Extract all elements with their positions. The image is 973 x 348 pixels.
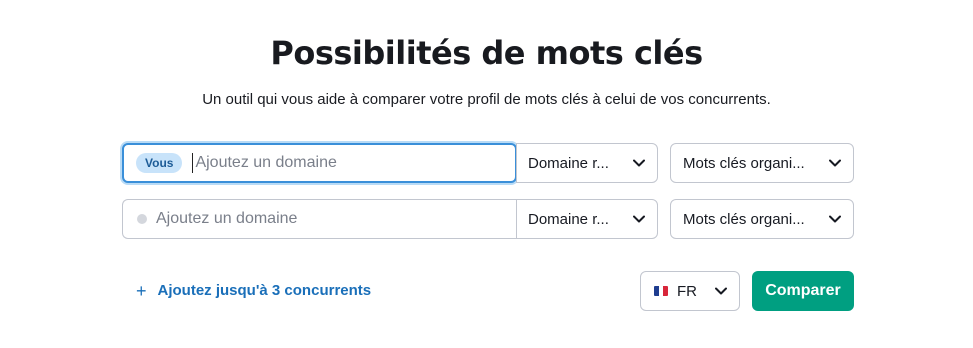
page-title: Possibilités de mots clés: [270, 34, 703, 72]
domain-type-select[interactable]: Domaine r...: [516, 199, 658, 239]
chevron-down-icon: [829, 159, 841, 167]
add-competitors-link[interactable]: + Ajoutez jusqu'à 3 concurrents: [136, 280, 372, 301]
competitor-dot-icon: [137, 214, 147, 224]
language-value: FR: [677, 282, 697, 300]
keyword-type-select[interactable]: Mots clés organi...: [670, 199, 854, 239]
add-competitors-label: Ajoutez jusqu'à 3 concurrents: [157, 282, 372, 299]
page-subtitle: Un outil qui vous aide à comparer votre …: [202, 91, 771, 108]
domain-placeholder: Ajoutez un domaine: [156, 210, 298, 227]
domain-placeholder: Ajoutez un domaine: [195, 154, 337, 171]
france-flag-icon: [654, 286, 668, 296]
keyword-type-select[interactable]: Mots clés organi...: [670, 143, 854, 183]
chevron-down-icon: [633, 159, 645, 167]
competitor-domain-input[interactable]: Ajoutez un domaine: [122, 199, 516, 239]
chevron-down-icon: [829, 215, 841, 223]
text-cursor: [192, 153, 194, 173]
domain-type-select[interactable]: Domaine r...: [516, 143, 658, 183]
plus-icon: +: [136, 280, 147, 301]
you-badge: Vous: [136, 153, 183, 173]
compare-button[interactable]: Comparer: [752, 271, 854, 311]
domain-type-value: Domaine r...: [528, 154, 609, 172]
chevron-down-icon: [633, 215, 645, 223]
your-domain-input[interactable]: Vous Ajoutez un domaine: [122, 143, 517, 183]
language-select[interactable]: FR: [640, 271, 740, 311]
domain-type-value: Domaine r...: [528, 210, 609, 228]
chevron-down-icon: [715, 287, 727, 295]
keyword-type-value: Mots clés organi...: [683, 210, 805, 228]
keyword-type-value: Mots clés organi...: [683, 154, 805, 172]
